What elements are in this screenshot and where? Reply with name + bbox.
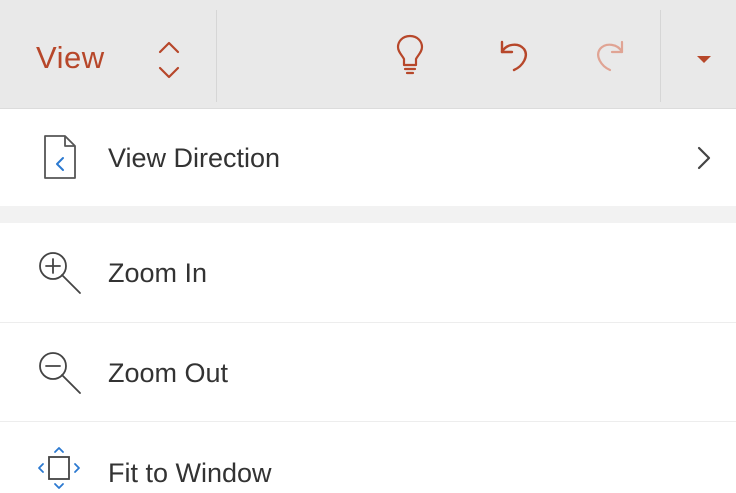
view-label: View: [36, 40, 105, 75]
undo-icon[interactable]: [492, 32, 532, 76]
lightbulb-icon[interactable]: [390, 32, 430, 76]
view-selector[interactable]: View: [0, 10, 216, 102]
menu-item-label: Zoom In: [108, 258, 208, 288]
redo-icon[interactable]: [592, 32, 632, 76]
menu-item-fit-to-window[interactable]: Fit to Window: [0, 422, 736, 493]
zoom-in-icon: [36, 249, 81, 297]
menu-item-label: Fit to Window: [108, 458, 272, 488]
menu-item-label: View Direction: [108, 143, 281, 173]
menu-item-zoom-in[interactable]: Zoom In: [0, 223, 736, 321]
zoom-out-icon: [36, 349, 81, 397]
view-menu-panel: View View Direction Zoom In Zoom Out Fit…: [0, 0, 736, 493]
toolbar: View: [0, 0, 736, 109]
dropdown-caret-icon[interactable]: [692, 32, 716, 76]
section-gap: [0, 206, 736, 223]
menu-item-label: Zoom Out: [108, 358, 229, 388]
fit-to-window-icon: [34, 446, 84, 492]
toolbar-separator: [216, 10, 217, 102]
document-direction-icon: [38, 133, 82, 181]
menu-item-zoom-out[interactable]: Zoom Out: [0, 323, 736, 421]
up-down-chevron-icon: [153, 38, 185, 82]
chevron-right-icon: [692, 145, 716, 171]
toolbar-separator: [660, 10, 661, 102]
menu-item-view-direction[interactable]: View Direction: [0, 109, 736, 206]
